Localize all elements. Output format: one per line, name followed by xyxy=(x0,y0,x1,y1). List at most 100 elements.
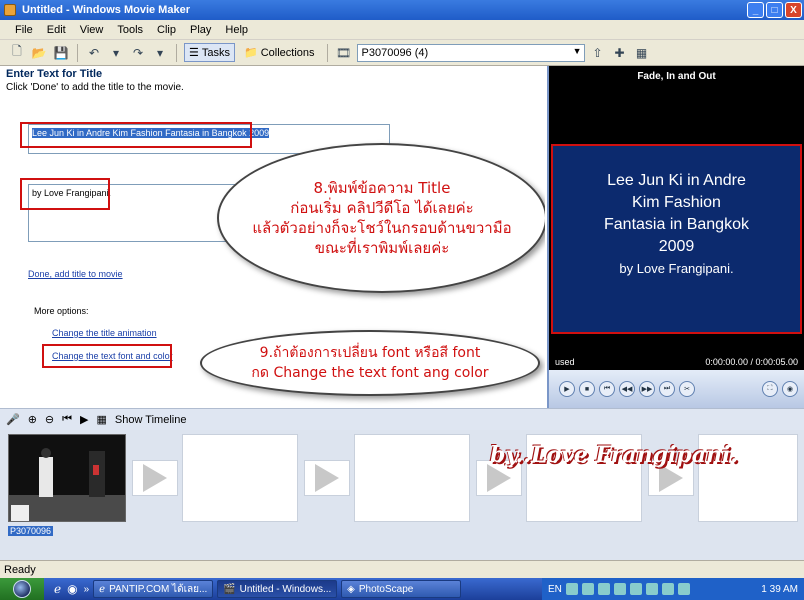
taskbar-item-pantip[interactable]: ℯ PANTIP.COM ได้เลย... xyxy=(93,580,214,598)
collections-button[interactable]: 📁 Collections xyxy=(239,43,320,62)
tray-app-icon[interactable] xyxy=(613,583,626,595)
empty-clip-slot[interactable] xyxy=(182,434,298,522)
tray-app-icon[interactable] xyxy=(565,583,578,595)
tray-app-icon[interactable] xyxy=(597,583,610,595)
tray-app-icon[interactable] xyxy=(581,583,594,595)
card-line: Kim Fashion xyxy=(632,194,721,211)
toolbar-divider xyxy=(77,43,78,62)
transition-arrow-icon xyxy=(315,464,339,492)
take-picture-icon[interactable]: ◉ xyxy=(782,381,798,397)
browser-quicklaunch-icon[interactable]: ℯ xyxy=(54,582,61,596)
playback-time: 0:00:00.00 / 0:00:05.00 xyxy=(705,357,798,367)
transition-slot[interactable] xyxy=(132,460,178,496)
narrate-icon[interactable]: 🎤 xyxy=(6,413,20,426)
menu-play[interactable]: Play xyxy=(183,24,218,36)
open-folder-icon[interactable]: 📂 xyxy=(30,44,48,62)
next-frame-icon[interactable]: ⏭ xyxy=(659,381,675,397)
movie-maker-icon: 🎬 xyxy=(223,583,236,595)
status-text: Ready xyxy=(4,563,36,576)
quicklaunch-expand-icon[interactable]: » xyxy=(84,584,90,595)
zoom-out-icon[interactable]: ⊖ xyxy=(45,413,54,426)
card-line: Fantasia in Bangkok xyxy=(604,216,749,233)
collection-select[interactable]: P3070096 (4) ▼ xyxy=(356,43,585,62)
preview-status-bar: used 0:00:00.00 / 0:00:05.00 xyxy=(549,354,804,370)
video-clip-thumbnail[interactable] xyxy=(8,434,126,522)
clip-frame-image xyxy=(9,435,125,521)
media-quicklaunch-icon[interactable]: ◉ xyxy=(67,582,77,596)
up-level-icon[interactable]: ⇧ xyxy=(589,44,607,62)
split-clip-icon[interactable]: ✂ xyxy=(679,381,695,397)
transition-arrow-icon xyxy=(143,464,167,492)
play-icon[interactable]: ▶ xyxy=(559,381,575,397)
movie-maker-app-icon xyxy=(4,4,16,16)
collections-icon: 📁 xyxy=(244,47,258,59)
fast-forward-icon[interactable]: ▶▶ xyxy=(639,381,655,397)
start-orb-icon xyxy=(13,580,31,598)
views-icon[interactable]: ▦ xyxy=(633,44,651,62)
new-project-icon[interactable]: 🗋 xyxy=(8,44,26,62)
show-timeline-icon[interactable]: ▦ xyxy=(97,413,107,426)
toolbar: 🗋 📂 💾 ↶ ▾ ↷ ▾ ☰ Tasks 📁 Collections 🎞 P307… xyxy=(0,40,804,66)
network-icon[interactable] xyxy=(677,583,690,595)
window-title: Untitled - Windows Movie Maker xyxy=(22,4,190,16)
card-line: 2009 xyxy=(658,238,695,255)
empty-clip-slot[interactable] xyxy=(354,434,470,522)
show-timeline-button[interactable]: Show Timeline xyxy=(115,414,187,426)
close-button[interactable]: X xyxy=(785,2,802,18)
clock[interactable]: 1 39 AM xyxy=(761,584,804,595)
menu-tools[interactable]: Tools xyxy=(110,24,150,36)
preview-monitor: Fade, In and Out Lee Jun Ki in Andre Kim… xyxy=(547,66,804,408)
card-line: Lee Jun Ki in Andre xyxy=(607,172,746,189)
maximize-button[interactable]: □ xyxy=(766,2,783,18)
tray-app-icon[interactable] xyxy=(629,583,642,595)
rewind-icon[interactable]: ◀◀ xyxy=(619,381,635,397)
volume-icon[interactable] xyxy=(661,583,674,595)
undo-icon[interactable]: ↶ xyxy=(85,44,103,62)
zoom-in-icon[interactable]: ⊕ xyxy=(28,413,37,426)
toolbar-divider xyxy=(326,43,328,62)
rewind-storyboard-icon[interactable]: ⏮ xyxy=(62,413,72,426)
stop-icon[interactable]: ■ xyxy=(579,381,595,397)
tasks-button[interactable]: ☰ Tasks xyxy=(184,43,235,62)
change-title-animation-link[interactable]: Change the title animation xyxy=(52,328,157,338)
language-indicator[interactable]: EN xyxy=(548,584,562,595)
menu-help[interactable]: Help xyxy=(218,24,255,36)
taskbar-item-label: PhotoScape xyxy=(358,583,414,595)
playback-controls: ▶ ■ ⏮ ◀◀ ▶▶ ⏭ ✂ ⛶ ◉ xyxy=(549,370,804,408)
undo-dropdown-icon[interactable]: ▾ xyxy=(107,44,125,62)
menu-clip[interactable]: Clip xyxy=(150,24,183,36)
menu-file[interactable]: File xyxy=(8,24,40,36)
tray-app-icon[interactable] xyxy=(645,583,658,595)
previous-frame-icon[interactable]: ⏮ xyxy=(599,381,615,397)
callout-line: 9.ถ้าต้องการเปลี่ยน font หรือสี font xyxy=(259,345,481,361)
play-storyboard-icon[interactable]: ▶ xyxy=(80,413,88,426)
window-controls: _ □ X xyxy=(747,2,802,18)
redo-icon[interactable]: ↷ xyxy=(129,44,147,62)
taskbar-item-movie-maker[interactable]: 🎬 Untitled - Windows... xyxy=(217,580,338,598)
author-watermark: by..Love Frangipani. xyxy=(490,442,739,468)
annotation-callout-step-9: 9.ถ้าต้องการเปลี่ยน font หรือสี font กด … xyxy=(200,330,540,396)
transition-slot[interactable] xyxy=(304,460,350,496)
minimize-button[interactable]: _ xyxy=(747,2,764,18)
menu-view[interactable]: View xyxy=(73,24,111,36)
start-button[interactable] xyxy=(0,578,44,600)
clip-label[interactable]: P3070096 xyxy=(8,526,54,536)
window-title-bar[interactable]: Untitled - Windows Movie Maker _ □ X xyxy=(0,0,804,20)
menu-bar: File Edit View Tools Clip Play Help xyxy=(0,20,804,40)
card-byline: by Love Frangipani. xyxy=(619,261,734,276)
taskbar-item-label: PANTIP.COM ได้เลย... xyxy=(109,583,208,595)
annotation-title-highlight xyxy=(20,122,252,148)
menu-edit[interactable]: Edit xyxy=(40,24,73,36)
taskbar-item-photoscape[interactable]: ◈ PhotoScape xyxy=(341,580,462,598)
new-folder-icon[interactable]: ✚ xyxy=(611,44,629,62)
preview-screen: Lee Jun Ki in Andre Kim Fashion Fantasia… xyxy=(549,86,804,354)
annotation-callout-step-8: 8.พิมพ์ข้อความ Title ก่อนเริ่ม คลิปวีดีโ… xyxy=(217,143,545,293)
storyboard: P3070096 by..Love Frangipani. xyxy=(0,430,804,560)
save-icon[interactable]: 💾 xyxy=(52,44,70,62)
callout-line: แล้วตัวอย่างก็จะโชว์ในกรอบด้านขวามือ xyxy=(252,219,512,237)
preview-title: Fade, In and Out xyxy=(549,66,804,86)
full-screen-icon[interactable]: ⛶ xyxy=(762,381,778,397)
redo-dropdown-icon[interactable]: ▾ xyxy=(151,44,169,62)
annotation-subtitle-highlight xyxy=(20,178,110,210)
done-add-title-link[interactable]: Done, add title to movie xyxy=(28,269,123,279)
